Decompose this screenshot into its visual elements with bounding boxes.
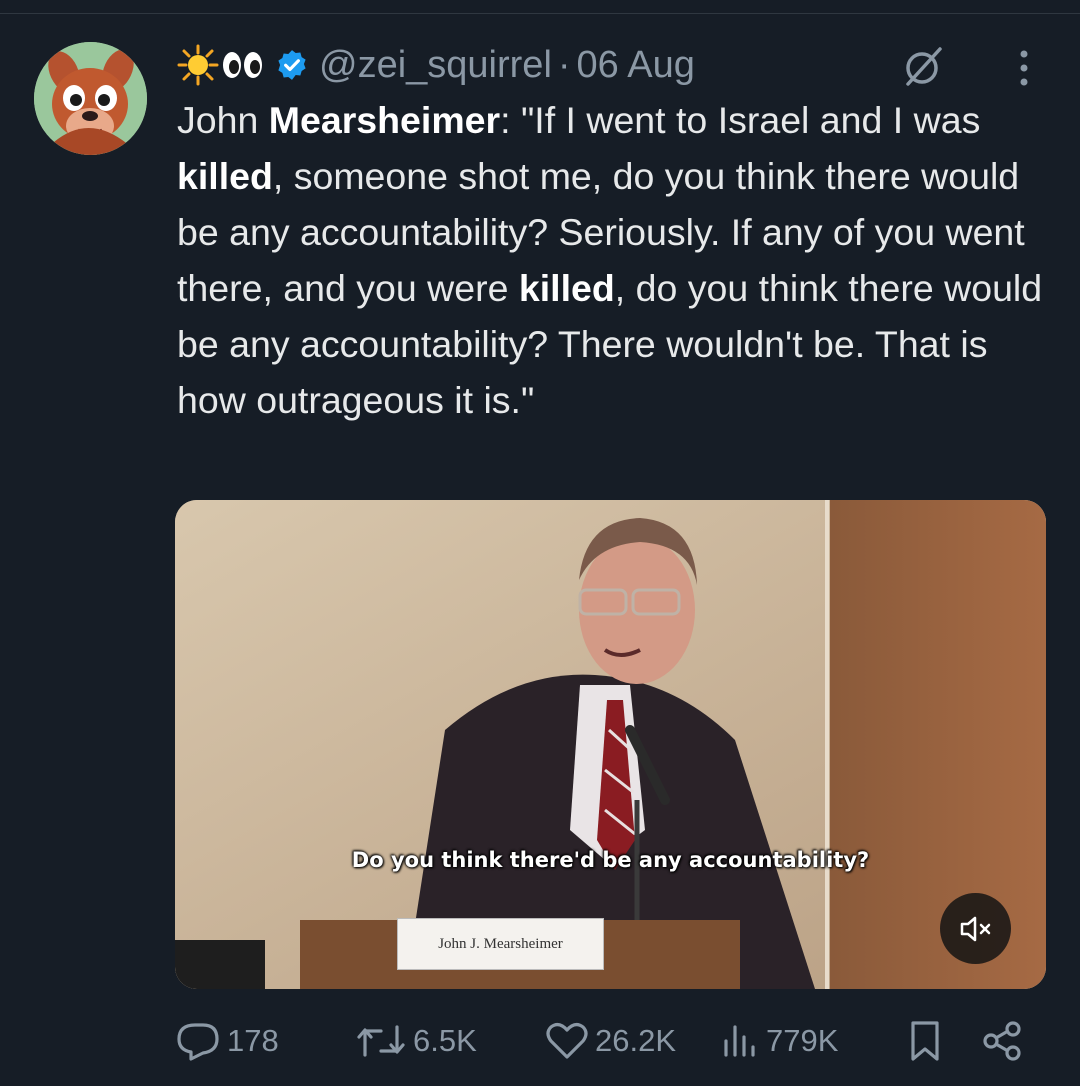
unmute-button[interactable] [940, 893, 1011, 964]
sun-emoji-icon [177, 44, 219, 86]
tweet-text-segment: John [177, 99, 269, 141]
repost-icon [357, 1025, 405, 1057]
tweet-text-bold: killed [177, 155, 273, 197]
author-handle[interactable]: @zei_squirrel [319, 44, 552, 87]
eyes-emoji-icon [223, 52, 262, 78]
tweet-screen: @zei_squirrel · 06 Aug John Mearsheimer:… [0, 0, 1080, 1086]
like-count: 26.2K [595, 1023, 677, 1058]
speaker-muted-icon [960, 916, 990, 941]
verified-badge-icon [278, 50, 306, 80]
tweet-text-bold: Mearsheimer [268, 99, 501, 141]
bookmark-button[interactable] [905, 1015, 945, 1067]
repost-button[interactable]: 6.5K [355, 1015, 477, 1067]
video-frame-image [175, 500, 1046, 989]
tweet-text-segment: : "If I went to Israel and I was [500, 99, 981, 141]
like-button[interactable]: 26.2K [545, 1015, 676, 1067]
view-count: 779K [766, 1023, 839, 1058]
more-options-icon[interactable] [1004, 46, 1044, 90]
reply-count: 178 [227, 1023, 279, 1058]
heart-icon [546, 1023, 588, 1059]
display-name[interactable] [177, 44, 265, 86]
tweet-text-bold: killed [518, 267, 615, 309]
views-button[interactable]: 779K [720, 1015, 838, 1067]
header-separator: · [557, 43, 571, 86]
tweet-text: John Mearsheimer: "If I went to Israel a… [177, 92, 1057, 428]
divider [0, 13, 1080, 14]
tweet-date[interactable]: 06 Aug [577, 44, 695, 87]
reply-button[interactable]: 178 [175, 1015, 279, 1067]
speaker-nameplate: John J. Mearsheimer [397, 918, 604, 970]
bookmark-icon [911, 1021, 939, 1061]
share-icon [983, 1021, 1021, 1061]
share-button[interactable] [981, 1015, 1025, 1067]
action-bar: 178 6.5K 26.2K 779K [175, 1015, 1035, 1067]
views-chart-icon [724, 1025, 755, 1057]
grok-icon[interactable] [900, 44, 946, 90]
video-caption: Do you think there'd be any accountabili… [351, 848, 870, 872]
tweet-header: @zei_squirrel · 06 Aug [177, 40, 695, 90]
squirrel-avatar-image [34, 42, 147, 155]
video-player[interactable]: Do you think there'd be any accountabili… [175, 500, 1046, 989]
repost-count: 6.5K [413, 1023, 477, 1058]
reply-icon [177, 1023, 219, 1061]
avatar[interactable] [34, 42, 147, 155]
